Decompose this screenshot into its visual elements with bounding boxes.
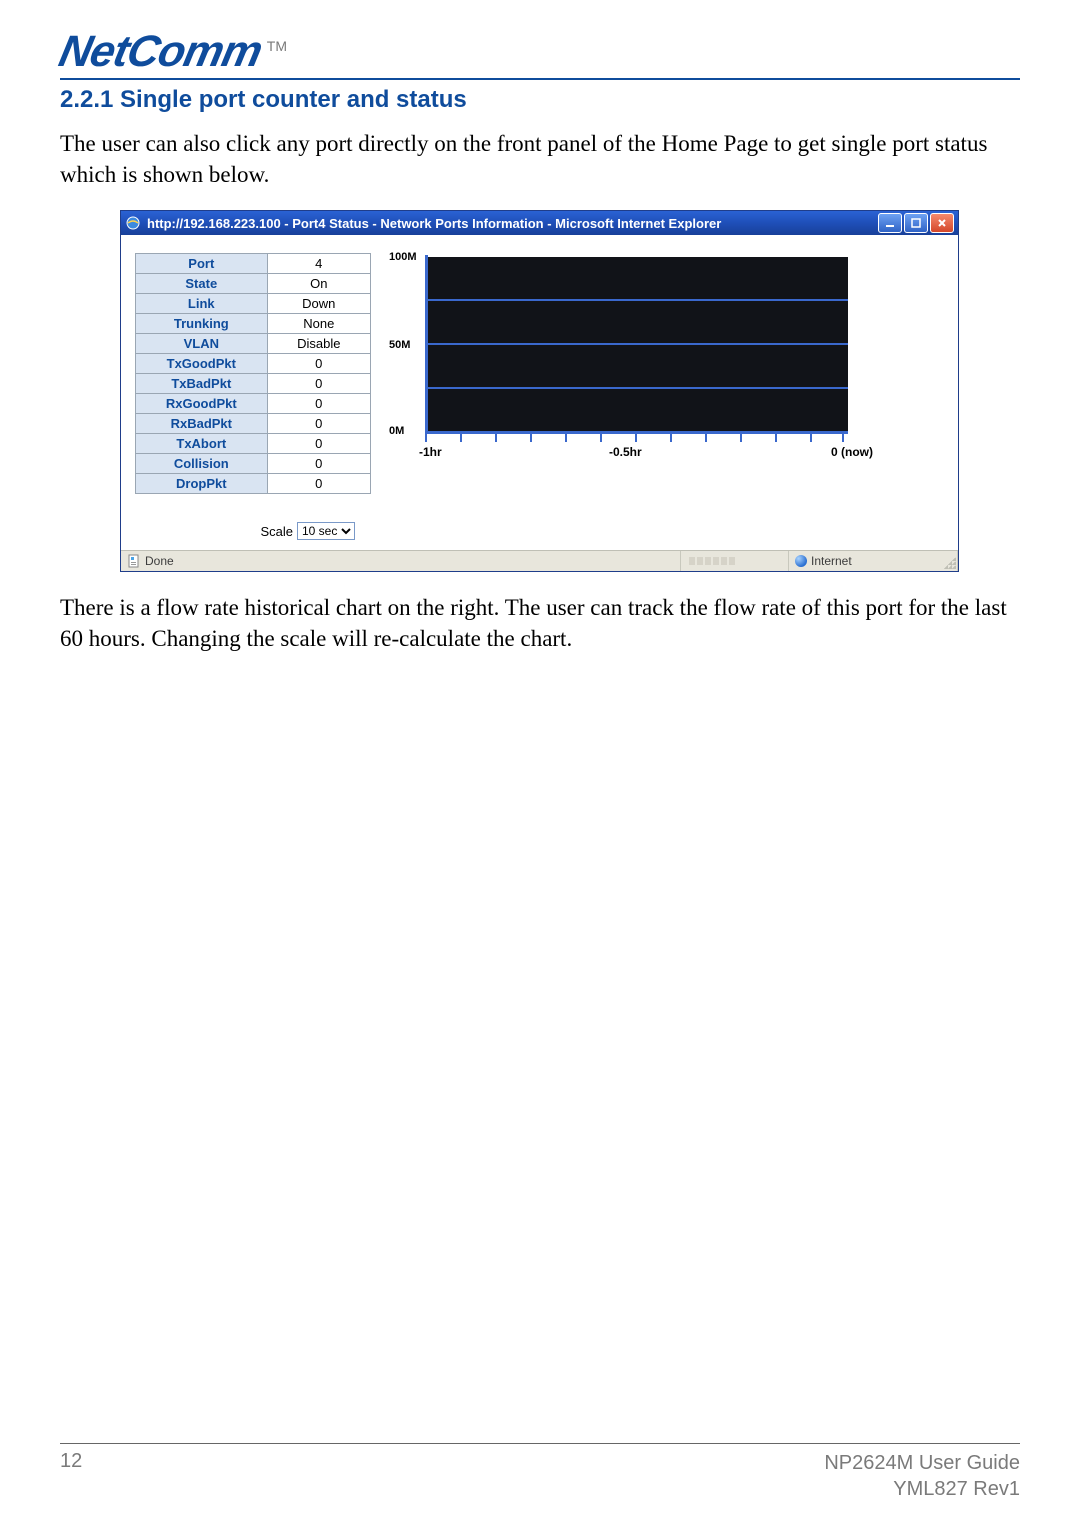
section-heading: 2.2.1 Single port counter and status bbox=[60, 86, 1020, 114]
scale-control: Scale 10 sec bbox=[135, 522, 371, 540]
table-row: TxAbort0 bbox=[136, 434, 371, 454]
status-zone-pane: Internet bbox=[789, 551, 958, 571]
port-info-panel: Port4StateOnLinkDownTrunkingNoneVLANDisa… bbox=[135, 253, 371, 540]
window-title: http://192.168.223.100 - Port4 Status - … bbox=[147, 216, 878, 231]
table-value: 0 bbox=[267, 474, 370, 494]
table-key: Port bbox=[136, 254, 268, 274]
x-tick-label: -0.5hr bbox=[609, 445, 642, 459]
port-status-table: Port4StateOnLinkDownTrunkingNoneVLANDisa… bbox=[135, 253, 371, 494]
table-key: Link bbox=[136, 294, 268, 314]
closing-paragraph: There is a flow rate historical chart on… bbox=[60, 592, 1020, 654]
table-value: 0 bbox=[267, 374, 370, 394]
table-row: StateOn bbox=[136, 274, 371, 294]
table-value: 0 bbox=[267, 454, 370, 474]
scale-label: Scale bbox=[260, 524, 293, 539]
table-value: On bbox=[267, 274, 370, 294]
table-row: RxBadPkt0 bbox=[136, 414, 371, 434]
footer-rev: YML827 Rev1 bbox=[824, 1476, 1020, 1502]
status-done-pane: Done bbox=[121, 551, 681, 571]
flow-rate-chart: 100M 50M 0M bbox=[389, 253, 909, 473]
table-key: DropPkt bbox=[136, 474, 268, 494]
chart-plot-area bbox=[425, 255, 848, 434]
minimize-button[interactable] bbox=[878, 213, 902, 233]
header-rule bbox=[60, 78, 1020, 80]
status-progress-pane bbox=[681, 551, 789, 571]
table-value: 0 bbox=[267, 434, 370, 454]
table-row: DropPkt0 bbox=[136, 474, 371, 494]
table-value: Down bbox=[267, 294, 370, 314]
resize-grip-icon[interactable] bbox=[944, 557, 956, 569]
table-value: None bbox=[267, 314, 370, 334]
intro-paragraph: The user can also click any port directl… bbox=[60, 128, 1020, 190]
table-row: Port4 bbox=[136, 254, 371, 274]
table-value: 4 bbox=[267, 254, 370, 274]
table-row: LinkDown bbox=[136, 294, 371, 314]
maximize-button[interactable] bbox=[904, 213, 928, 233]
logo-text: NetComm bbox=[55, 30, 265, 74]
status-bar: Done Internet bbox=[121, 550, 958, 571]
table-row: TxBadPkt0 bbox=[136, 374, 371, 394]
scale-select[interactable]: 10 sec bbox=[297, 522, 355, 540]
ie-app-icon bbox=[125, 215, 141, 231]
brand-logo: NetComm TM bbox=[60, 30, 1020, 74]
trademark-symbol: TM bbox=[267, 38, 287, 54]
table-key: RxGoodPkt bbox=[136, 394, 268, 414]
globe-icon bbox=[795, 555, 807, 567]
page-footer: 12 NP2624M User Guide YML827 Rev1 bbox=[60, 1443, 1020, 1502]
table-row: Collision0 bbox=[136, 454, 371, 474]
close-button[interactable] bbox=[930, 213, 954, 233]
table-key: Collision bbox=[136, 454, 268, 474]
window-content: Port4StateOnLinkDownTrunkingNoneVLANDisa… bbox=[121, 235, 958, 550]
page-number: 12 bbox=[60, 1450, 82, 1502]
table-row: TxGoodPkt0 bbox=[136, 354, 371, 374]
table-key: State bbox=[136, 274, 268, 294]
table-key: TxBadPkt bbox=[136, 374, 268, 394]
x-axis-ticks bbox=[425, 434, 845, 444]
x-tick-label: -1hr bbox=[419, 445, 442, 459]
progress-ticks-icon bbox=[687, 555, 782, 567]
table-row: RxGoodPkt0 bbox=[136, 394, 371, 414]
table-key: TxGoodPkt bbox=[136, 354, 268, 374]
table-row: TrunkingNone bbox=[136, 314, 371, 334]
table-key: RxBadPkt bbox=[136, 414, 268, 434]
ie-window: http://192.168.223.100 - Port4 Status - … bbox=[120, 210, 959, 572]
x-tick-label: 0 (now) bbox=[831, 445, 873, 459]
status-done-text: Done bbox=[145, 554, 174, 568]
status-zone-text: Internet bbox=[811, 554, 852, 568]
table-value: 0 bbox=[267, 394, 370, 414]
table-key: TxAbort bbox=[136, 434, 268, 454]
table-value: 0 bbox=[267, 354, 370, 374]
y-tick-label: 50M bbox=[389, 339, 410, 351]
table-row: VLANDisable bbox=[136, 334, 371, 354]
table-value: 0 bbox=[267, 414, 370, 434]
table-key: VLAN bbox=[136, 334, 268, 354]
table-value: Disable bbox=[267, 334, 370, 354]
table-key: Trunking bbox=[136, 314, 268, 334]
page-icon bbox=[127, 554, 141, 568]
y-tick-label: 100M bbox=[389, 251, 417, 263]
footer-guide: NP2624M User Guide bbox=[824, 1450, 1020, 1476]
y-tick-label: 0M bbox=[389, 425, 404, 437]
window-buttons bbox=[878, 213, 954, 233]
window-titlebar: http://192.168.223.100 - Port4 Status - … bbox=[121, 211, 958, 235]
